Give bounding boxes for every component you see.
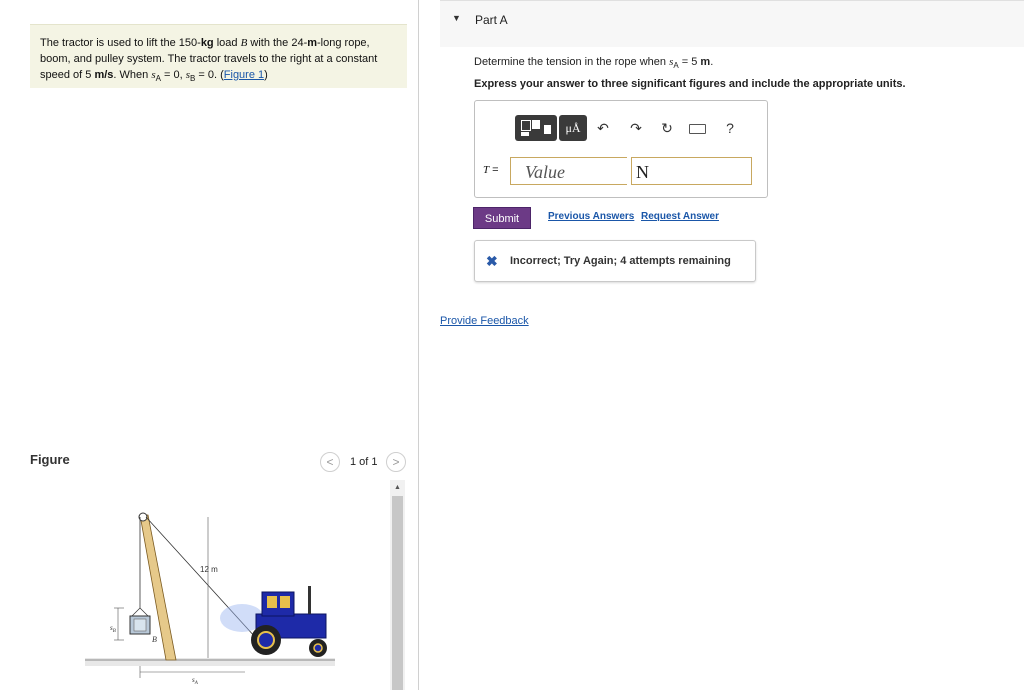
unit-ms: m/s	[94, 69, 114, 81]
problem-text-part: load	[213, 37, 241, 49]
ground	[85, 658, 335, 666]
feedback-text: Incorrect; Try Again; 4 attempts remaini…	[510, 255, 731, 267]
question-text: Determine the tension in the rope when s…	[474, 56, 713, 70]
feedback-message: ✖ Incorrect; Try Again; 4 attempts remai…	[474, 240, 756, 282]
units-input[interactable]: N	[631, 157, 752, 185]
help-icon[interactable]: ?	[722, 115, 738, 141]
sling-left	[131, 607, 141, 617]
load-b-face	[133, 618, 147, 632]
left-panel: The tractor is used to lift the 150-kg l…	[0, 0, 419, 690]
question-unit: m	[700, 56, 711, 68]
units-button[interactable]: μÅ	[559, 115, 587, 141]
tractor-figure: 12 m B sB sA	[85, 512, 335, 686]
question-part: Determine the tension in the rope when	[474, 56, 670, 68]
redo-icon[interactable]: ↷	[628, 115, 644, 141]
front-hub	[313, 643, 323, 653]
reset-icon[interactable]: ↻	[659, 115, 675, 141]
answer-box: μÅ ↶ ↷ ↻ ? T = Value N	[474, 100, 768, 198]
question-part: = 5	[678, 56, 701, 68]
problem-text-part: The tractor is used to lift the 150-	[40, 37, 201, 49]
right-panel: ▼ Part A Determine the tension in the ro…	[440, 0, 1024, 690]
template-square-icon	[521, 120, 531, 131]
collapse-arrow-icon[interactable]: ▼	[452, 13, 461, 23]
answer-symbol-label: T =	[483, 164, 499, 176]
provide-feedback-link[interactable]: Provide Feedback	[440, 315, 529, 327]
label-sa: sA	[192, 676, 199, 686]
incorrect-icon: ✖	[486, 253, 498, 269]
previous-answers-link[interactable]: Previous Answers	[548, 211, 634, 222]
scroll-thumb[interactable]	[392, 496, 403, 690]
problem-statement: The tractor is used to lift the 150-kg l…	[30, 24, 407, 88]
scroll-up-icon[interactable]: ▲	[390, 482, 405, 494]
problem-text: The tractor is used to lift the 150-kg l…	[40, 35, 400, 87]
problem-text-part: with the 24-	[247, 37, 308, 49]
figure-link[interactable]: Figure 1	[224, 69, 264, 81]
undo-icon[interactable]: ↶	[595, 115, 611, 141]
dim-12m-label: 12 m	[200, 565, 218, 574]
cab-window-2	[280, 596, 290, 608]
template-square-icon	[521, 132, 529, 136]
template-square-icon	[544, 125, 551, 134]
templates-button[interactable]	[515, 115, 557, 141]
unit-kg: kg	[200, 37, 214, 49]
exhaust	[308, 586, 311, 614]
part-a-header[interactable]: ▼ Part A	[440, 0, 1024, 47]
answer-equals: =	[489, 164, 499, 176]
part-title: Part A	[475, 13, 508, 27]
label-sb: sB	[110, 624, 116, 634]
keyboard-icon[interactable]	[688, 115, 706, 141]
rear-hub	[257, 631, 275, 649]
problem-text-part: . When	[113, 69, 152, 81]
problem-text-part: = 0. (	[195, 69, 224, 81]
cab-window	[267, 596, 277, 608]
question-part: .	[710, 56, 714, 68]
figure-count: 1 of 1	[350, 456, 378, 468]
boom	[139, 514, 177, 661]
sling-right	[139, 607, 149, 617]
label-b: B	[152, 635, 157, 644]
problem-text-part: = 0,	[160, 69, 186, 81]
answer-instructions: Express your answer to three significant…	[474, 78, 906, 90]
figure-heading: Figure	[30, 452, 70, 467]
tractor	[251, 586, 327, 657]
figure-scrollbar[interactable]: ▲	[390, 480, 405, 690]
value-input[interactable]: Value	[510, 157, 627, 185]
next-figure-button[interactable]: >	[386, 452, 406, 472]
submit-button[interactable]: Submit	[473, 207, 531, 229]
unit-m: m	[307, 37, 318, 49]
problem-text-part: )	[264, 69, 268, 81]
template-square-icon	[532, 120, 540, 129]
request-answer-link[interactable]: Request Answer	[641, 211, 719, 222]
prev-figure-button[interactable]: <	[320, 452, 340, 472]
